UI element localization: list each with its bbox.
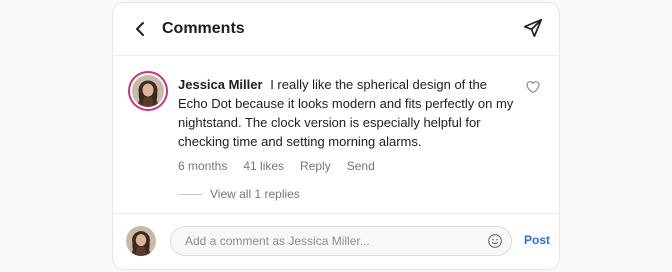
- share-button[interactable]: [521, 16, 545, 40]
- likes-count[interactable]: 41 likes: [243, 159, 284, 173]
- comment-text-block: Jessica Miller I really like the spheric…: [178, 75, 518, 151]
- page-title: Comments: [162, 20, 245, 37]
- paper-plane-icon: [523, 18, 543, 38]
- heart-outline-icon: [526, 81, 540, 94]
- emoji-button[interactable]: [487, 233, 503, 249]
- comment-composer: Post: [113, 213, 559, 269]
- smiley-face-icon: [488, 234, 502, 248]
- user-photo-icon: [126, 226, 156, 256]
- view-replies-label: View all 1 replies: [210, 187, 300, 201]
- chevron-left-icon: [136, 22, 144, 36]
- send-button[interactable]: Send: [347, 159, 375, 173]
- comments-panel: Comments Jessica Miller I really like th…: [112, 2, 560, 270]
- comment-input[interactable]: [185, 227, 475, 255]
- replies-divider: [178, 193, 202, 195]
- comments-header: Comments: [113, 3, 559, 56]
- avatar[interactable]: [128, 71, 168, 111]
- comment-author[interactable]: Jessica Miller: [178, 77, 263, 92]
- user-photo-icon: [132, 75, 164, 107]
- comment-timestamp: 6 months: [178, 159, 228, 173]
- post-button[interactable]: Post: [524, 233, 550, 247]
- like-button[interactable]: [525, 79, 541, 95]
- composer-avatar: [126, 226, 156, 256]
- view-replies-button[interactable]: View all 1 replies: [178, 187, 300, 201]
- reply-button[interactable]: Reply: [300, 159, 331, 173]
- comment-meta: 6 months 41 likes Reply Send: [178, 159, 375, 173]
- back-button[interactable]: [129, 18, 151, 40]
- comment-input-wrapper: [170, 226, 512, 256]
